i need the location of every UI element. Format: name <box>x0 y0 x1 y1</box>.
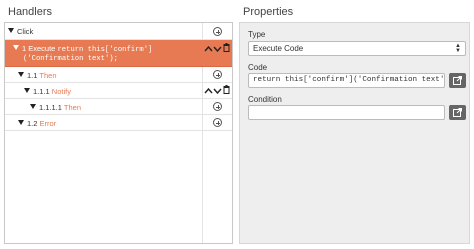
external-link-icon <box>453 76 462 85</box>
external-link-icon <box>453 108 462 117</box>
row-number: 1.2 <box>27 119 38 128</box>
handlers-tree: Click 1 Execute return this['confirm'] (… <box>4 22 233 244</box>
row-name: Then <box>39 71 57 80</box>
add-handler-icon[interactable] <box>213 27 222 36</box>
trash-icon[interactable] <box>223 43 230 54</box>
row-name: Then <box>63 103 81 112</box>
add-handler-icon[interactable] <box>213 118 222 127</box>
caret-down-icon[interactable] <box>24 88 30 93</box>
code-preview-continued: ('Confirmation text'); <box>23 55 118 63</box>
open-condition-editor-button[interactable] <box>449 105 466 120</box>
open-editor-button[interactable] <box>449 73 466 88</box>
tree-row-execute[interactable]: 1 Execute return this['confirm'] ('Confi… <box>5 40 232 67</box>
row-label: 1 Execute <box>22 44 56 53</box>
tree-row-click[interactable]: Click <box>5 23 232 40</box>
type-label: Type <box>248 30 266 39</box>
tree-row-then[interactable]: 1.1 Then <box>5 67 232 83</box>
row-label: Click <box>17 27 34 36</box>
condition-input[interactable] <box>248 105 445 120</box>
properties-title: Properties <box>243 6 294 18</box>
move-down-icon[interactable] <box>213 87 222 96</box>
tree-row-then-nested[interactable]: 1.1.1.1 Then <box>5 99 232 115</box>
caret-down-icon[interactable] <box>8 28 14 33</box>
properties-panel: Type Execute Code ▲ ▼ Code return this['c… <box>239 22 470 244</box>
tree-row-notify[interactable]: 1.1.1 Notify <box>5 83 232 99</box>
code-label: Code <box>248 63 268 72</box>
select-arrows-icon: ▲ ▼ <box>455 43 461 54</box>
row-name: Notify <box>51 87 71 96</box>
add-handler-icon[interactable] <box>213 102 222 111</box>
add-handler-icon[interactable] <box>213 70 222 79</box>
code-preview: return this['confirm'] <box>57 46 153 54</box>
type-select-value: Execute Code <box>253 44 304 53</box>
tree-row-error[interactable]: 1.2 Error <box>5 115 232 131</box>
row-name: Error <box>39 119 57 128</box>
caret-down-icon[interactable] <box>18 72 24 77</box>
row-number: 1.1.1.1 <box>39 103 62 112</box>
caret-down-icon[interactable] <box>30 104 36 109</box>
caret-down-icon[interactable] <box>13 45 19 50</box>
row-number: 1.1.1 <box>33 87 50 96</box>
handlers-title: Handlers <box>8 6 53 18</box>
condition-label: Condition <box>248 95 282 104</box>
row-number: 1.1 <box>27 71 38 80</box>
trash-icon[interactable] <box>223 85 230 96</box>
move-up-icon[interactable] <box>204 45 213 54</box>
move-up-icon[interactable] <box>204 87 213 96</box>
type-select[interactable]: Execute Code ▲ ▼ <box>248 41 466 56</box>
move-down-icon[interactable] <box>213 45 222 54</box>
caret-down-icon[interactable] <box>18 120 24 125</box>
code-input[interactable]: return this['confirm']('Confirmation tex… <box>248 73 445 88</box>
